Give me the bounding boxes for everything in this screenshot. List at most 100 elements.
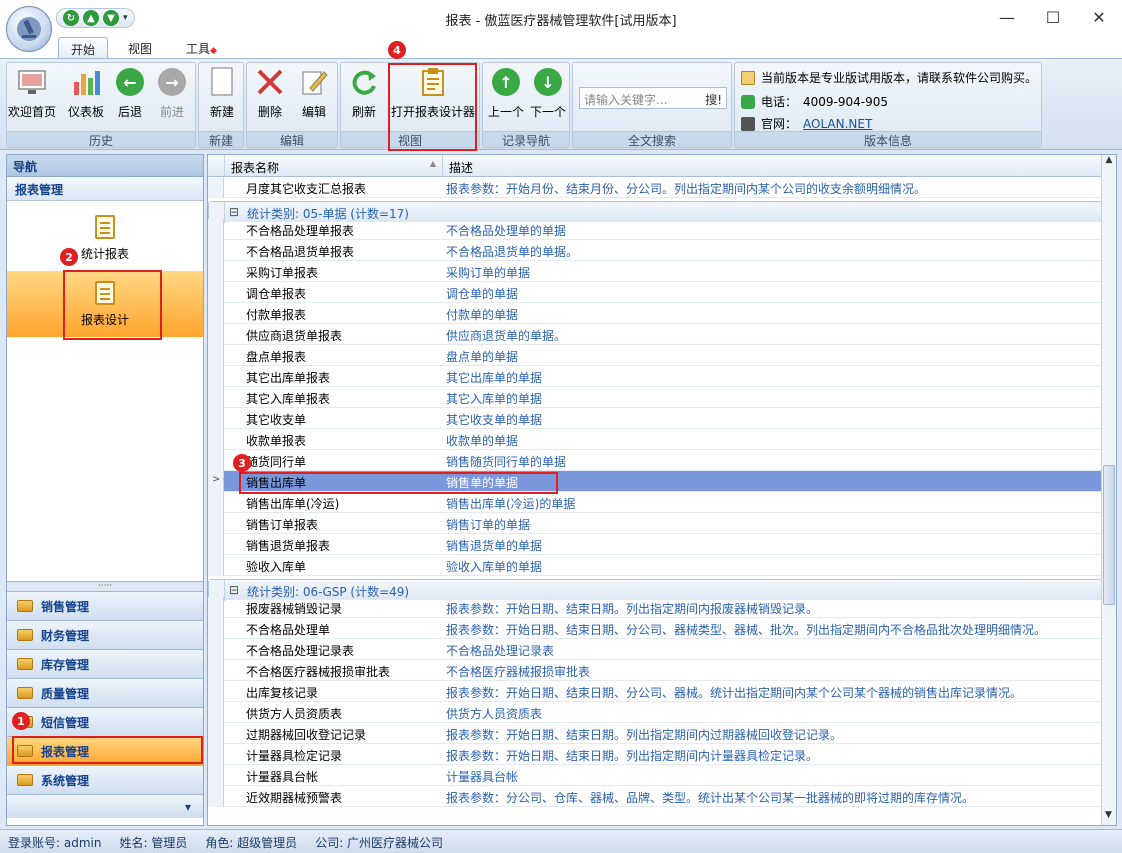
delete-button[interactable]: 删除 [247,67,293,120]
module-quality[interactable]: 质量管理 [7,678,203,707]
search-go-button[interactable]: 搜! [705,91,722,108]
keyword-search-input[interactable]: 请输入关键字... 搜! [579,87,727,109]
group-view: 刷新 打开报表设计器 视图 [340,62,480,148]
app-menu-orb[interactable] [6,6,52,52]
tab-tools[interactable]: 工具◆ [174,37,229,59]
table-row[interactable]: 不合格品处理单 报表参数：开始日期、结束日期、分公司、器械类型、器械、批次。列出指… [208,618,1102,639]
table-row[interactable]: 销售退货单报表 销售退货单的单据 [208,534,1102,555]
ribbon-tabs: 开始 视图 工具◆ [0,36,1122,59]
description-cell: 验收入库单的单据 [446,560,543,574]
table-row[interactable]: 不合格品退货单报表 不合格品退货单的单据。 [208,240,1102,261]
group-edit-caption: 编辑 [247,131,337,148]
module-sales[interactable]: 销售管理 [7,591,203,620]
forward-button[interactable]: → 前进 [149,67,195,120]
module-label: 报表管理 [41,744,90,759]
report-name-cell: 销售订单报表 [246,518,319,532]
table-row[interactable]: 不合格医疗器械报损审批表 不合格医疗器械报损审批表 [208,660,1102,681]
table-row[interactable]: 调仓单报表 调仓单的单据 [208,282,1102,303]
nav-item-statistics-report[interactable]: 统计报表 [7,215,203,271]
group-record-nav: ↑ 上一个 ↓ 下一个 记录导航 [482,62,570,148]
table-row[interactable]: 近效期器械预警表 报表参数：分公司、仓库、器械、品牌、类型。统计出某个公司某一批器… [208,786,1102,807]
table-row[interactable]: 付款单报表 付款单的单据 [208,303,1102,324]
table-row[interactable]: 其它收支单 其它收支单的单据 [208,408,1102,429]
module-finance[interactable]: 财务管理 [7,620,203,649]
home-button[interactable]: 欢迎首页 [8,67,56,120]
table-row[interactable]: 不合格品处理记录表 不合格品处理记录表 [208,639,1102,660]
description-cell: 收款单的单据 [446,434,519,448]
module-inventory[interactable]: 库存管理 [7,649,203,678]
close-button[interactable]: ✕ [1082,4,1116,30]
splitter-grip[interactable]: ····· [7,581,203,591]
report-name-cell: 不合格医疗器械报损审批表 [246,665,391,679]
table-row[interactable]: 报废器械销毁记录 报表参数：开始日期、结束日期。列出指定期间内报废器械销毁记录。 [208,597,1102,618]
group-history: 欢迎首页 仪表板 ← 后退 → 前进 历史 [6,62,196,148]
table-row[interactable]: 出库复核记录 报表参数：开始日期、结束日期、分公司、器械。统计出指定期间内某个公司… [208,681,1102,702]
tab-home[interactable]: 开始 [58,37,109,59]
refresh-button[interactable]: 刷新 [341,67,387,120]
website-link[interactable]: AOLAN.NET [803,117,872,131]
back-button[interactable]: ← 后退 [107,67,153,120]
description-cell: 销售出库单(冷运)的单据 [446,497,576,511]
module-sms[interactable]: 短信管理 [7,707,203,736]
new-button[interactable]: 新建 [199,67,245,120]
report-name-cell: 不合格品退货单报表 [246,245,355,259]
description-cell: 销售单的单据 [446,476,519,490]
table-row[interactable]: > 销售出库单 销售单的单据 [208,471,1102,492]
next-record-button[interactable]: ↓ 下一个 [525,67,571,120]
scroll-thumb[interactable] [1103,465,1115,605]
collapse-icon[interactable]: ⊟ [229,205,239,219]
row-indicator [208,240,224,261]
folder-icon [17,687,33,699]
table-row[interactable]: 盘点单报表 盘点单的单据 [208,345,1102,366]
edit-button[interactable]: 编辑 [291,67,337,120]
module-system[interactable]: 系统管理 [7,765,203,794]
table-row[interactable]: 采购订单报表 采购订单的单据 [208,261,1102,282]
table-row[interactable]: 其它出库单报表 其它出库单的单据 [208,366,1102,387]
annotation-badge-1: 1 [12,712,30,730]
table-row[interactable]: 不合格品处理单报表 不合格品处理单的单据 [208,219,1102,240]
table-row[interactable]: 随货同行单 销售随货同行单的单据 [208,450,1102,471]
tab-view[interactable]: 视图 [116,37,164,59]
scroll-up-icon[interactable]: ▲ [1102,155,1116,170]
collapse-icon[interactable]: ⊟ [229,583,239,597]
report-name-cell: 其它出库单报表 [246,371,331,385]
description-cell: 销售退货单的单据 [446,539,543,553]
row-indicator [208,765,224,786]
module-more-button[interactable]: ▾ [7,794,203,818]
vertical-scrollbar[interactable]: ▲ ▼ [1101,155,1116,825]
row-indicator [208,744,224,765]
table-row[interactable]: 供货方人员资质表 供货方人员资质表 [208,702,1102,723]
nav-item-report-design[interactable]: 报表设计 [7,271,203,337]
description-cell: 不合格品处理单的单据 [446,224,567,238]
report-name-cell: 出库复核记录 [246,686,319,700]
edit-label: 编辑 [301,105,326,119]
minimize-button[interactable]: — [990,4,1024,30]
table-row[interactable]: 计量器具检定记录 报表参数：开始日期、结束日期。列出指定期间内计量器具检定记录。 [208,744,1102,765]
table-row[interactable]: 销售出库单(冷运) 销售出库单(冷运)的单据 [208,492,1102,513]
description-cell: 报表参数：开始日期、结束日期、分公司、器械类型、器械、批次。列出指定期间内不合格… [446,623,1047,637]
sort-asc-icon: ▲ [429,159,436,168]
report-name-cell: 供货方人员资质表 [246,707,343,721]
row-indicator [208,597,224,618]
report-name-cell: 不合格品处理单 [246,623,331,637]
column-description[interactable]: 描述 [443,155,1102,177]
table-row[interactable]: 销售订单报表 销售订单的单据 [208,513,1102,534]
prev-record-button[interactable]: ↑ 上一个 [483,67,529,120]
table-row[interactable]: 收款单报表 收款单的单据 [208,429,1102,450]
table-row[interactable]: 供应商退货单报表 供应商退货单的单据。 [208,324,1102,345]
open-report-designer-button[interactable]: 打开报表设计器 [389,67,477,120]
report-name-cell: 采购订单报表 [246,266,319,280]
description-cell: 报表参数：开始日期、结束日期。列出指定期间内过期器械回收登记记录。 [446,728,843,742]
module-reports[interactable]: 报表管理 [7,736,203,765]
table-row[interactable]: 过期器械回收登记记录 报表参数：开始日期、结束日期。列出指定期间内过期器械回收登记… [208,723,1102,744]
table-row[interactable]: 计量器具台帐 计量器具台帐 [208,765,1102,786]
row-indicator [208,303,224,324]
table-row[interactable]: 月度其它收支汇总报表 报表参数：开始月份、结束月份、分公司。列出指定期间内某个公司… [208,177,1102,198]
dashboard-button[interactable]: 仪表板 [63,67,109,120]
column-report-name[interactable]: 报表名称 ▲ [225,155,443,177]
table-row[interactable]: 验收入库单 验收入库单的单据 [208,555,1102,576]
scroll-down-icon[interactable]: ▼ [1102,810,1115,825]
table-row[interactable]: 其它入库单报表 其它入库单的单据 [208,387,1102,408]
row-indicator [208,282,224,303]
maximize-button[interactable]: ☐ [1036,4,1070,30]
